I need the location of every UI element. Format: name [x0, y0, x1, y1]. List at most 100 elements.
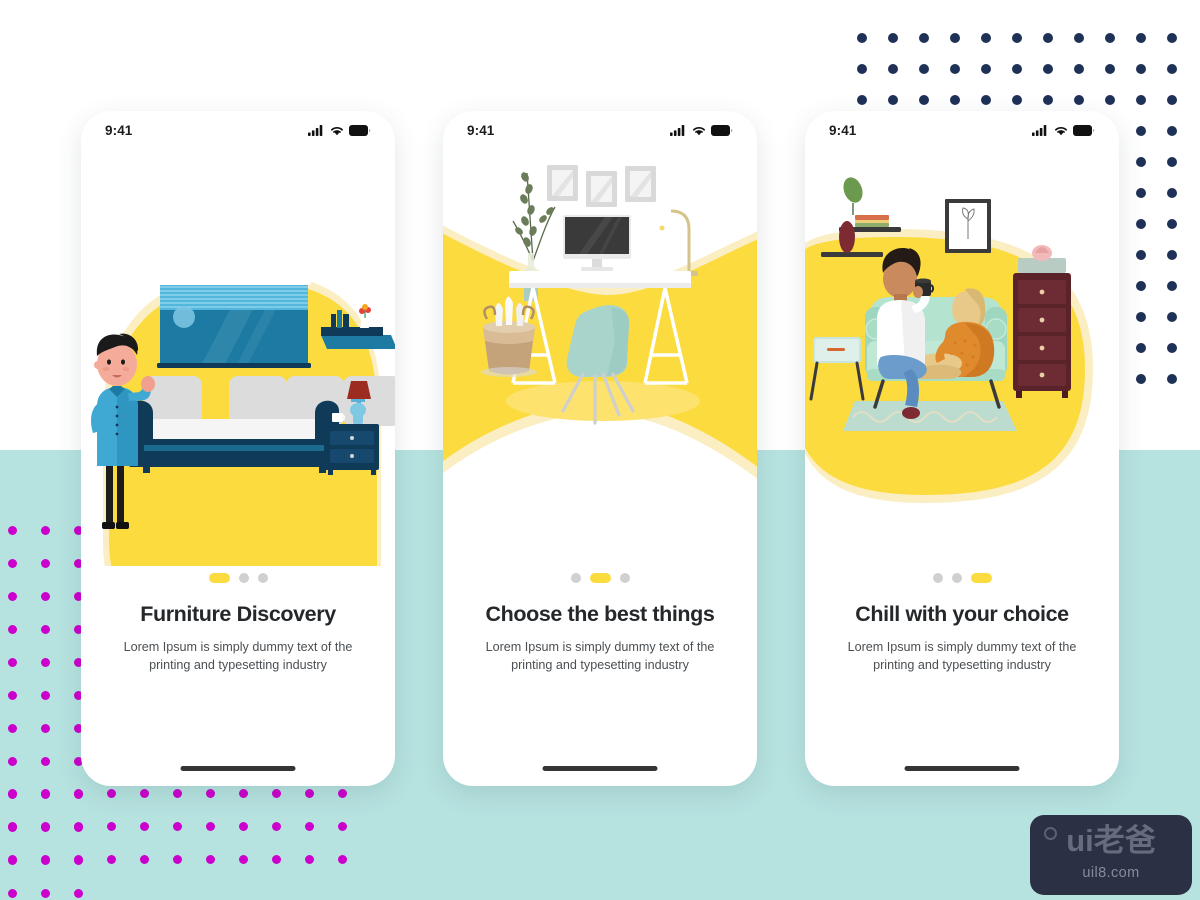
magenta-dot: [73, 888, 83, 898]
magenta-dot: [304, 788, 314, 798]
page-dot-2[interactable]: [238, 573, 249, 583]
navy-dot: [1043, 64, 1053, 74]
navy-dot: [1136, 219, 1146, 229]
navy-dot: [950, 33, 960, 43]
page-indicator-2[interactable]: [443, 573, 757, 583]
magenta-dot: [7, 821, 17, 831]
page-indicator-3[interactable]: [805, 573, 1119, 583]
magenta-dot: [7, 591, 17, 601]
status-bar: 9:41: [805, 111, 1119, 149]
page-dot-3[interactable]: [619, 573, 630, 583]
home-indicator[interactable]: [904, 766, 1020, 771]
signal-bars-icon: [308, 124, 323, 136]
magenta-dot: [106, 821, 116, 831]
page-dot-1[interactable]: [932, 573, 943, 583]
navy-dot: [1074, 33, 1084, 43]
magenta-dot: [40, 624, 50, 634]
navy-dot: [1136, 374, 1146, 384]
navy-dot: [857, 64, 867, 74]
screen-content-2: Choose the best things Lorem Ipsum is si…: [443, 573, 757, 674]
page-subtitle: Lorem Ipsum is simply dummy text of the …: [485, 639, 715, 672]
navy-dot: [919, 33, 929, 43]
home-indicator[interactable]: [542, 766, 658, 771]
magenta-dot: [337, 854, 347, 864]
magenta-dot: [304, 854, 314, 864]
magenta-dot: [7, 558, 17, 568]
magenta-dot: [7, 854, 17, 864]
navy-dot: [1105, 95, 1115, 105]
magenta-dot: [40, 657, 50, 667]
magenta-dot: [40, 821, 50, 831]
navy-dot: [1074, 64, 1084, 74]
navy-dot: [1167, 64, 1177, 74]
magenta-dot: [40, 756, 50, 766]
status-time: 9:41: [105, 122, 133, 138]
magenta-dot: [205, 854, 215, 864]
navy-dot: [857, 95, 867, 105]
navy-dot: [1012, 33, 1022, 43]
status-time: 9:41: [467, 122, 495, 138]
page-dot-1[interactable]: [208, 573, 230, 583]
wifi-icon: [693, 126, 705, 135]
navy-dot: [1136, 157, 1146, 167]
page-dot-1[interactable]: [570, 573, 581, 583]
magenta-dot: [139, 788, 149, 798]
navy-dot: [919, 64, 929, 74]
magenta-dot: [238, 854, 248, 864]
illustration-living-room-man-sofa: [81, 111, 395, 566]
wifi-icon: [1055, 126, 1067, 135]
navy-dot: [950, 95, 960, 105]
navy-dot: [1167, 281, 1177, 291]
page-title: Furniture Discovery: [140, 602, 336, 626]
magenta-dot: [7, 756, 17, 766]
magenta-dot: [73, 854, 83, 864]
magenta-dot: [40, 888, 50, 898]
page-dot-2[interactable]: [589, 573, 611, 583]
magenta-dot: [337, 788, 347, 798]
page-dot-2[interactable]: [951, 573, 962, 583]
magenta-dot: [7, 888, 17, 898]
navy-dot: [1167, 157, 1177, 167]
navy-dot: [1167, 250, 1177, 260]
wifi-icon: [331, 126, 343, 135]
navy-dot: [1136, 64, 1146, 74]
navy-dot: [1167, 374, 1177, 384]
page-dot-3[interactable]: [970, 573, 992, 583]
navy-dot: [1043, 33, 1053, 43]
magenta-dot: [139, 821, 149, 831]
page-dot-3[interactable]: [257, 573, 268, 583]
screen-content-3: Chill with your choice Lorem Ipsum is si…: [805, 573, 1119, 674]
magenta-dot: [205, 821, 215, 831]
signal-bars-icon: [670, 124, 685, 136]
navy-dot: [1136, 312, 1146, 322]
magenta-dot: [238, 821, 248, 831]
magenta-dot: [40, 525, 50, 535]
home-indicator[interactable]: [180, 766, 296, 771]
watermark-logo: ui老爸: [1066, 823, 1156, 858]
navy-dot: [1136, 95, 1146, 105]
magenta-dot: [40, 558, 50, 568]
illustration-couple-on-couch: [805, 111, 1119, 566]
magenta-dot: [172, 788, 182, 798]
magenta-dot: [205, 788, 215, 798]
phone-mockup-3: 9:41 Chill with your choice Lorem Ipsum …: [805, 111, 1119, 786]
navy-dot: [888, 95, 898, 105]
magenta-dot: [7, 788, 17, 798]
watermark-badge: ui老爸 uil8.com: [1030, 815, 1192, 895]
magenta-dot: [106, 854, 116, 864]
magenta-dot: [40, 854, 50, 864]
magenta-dot: [7, 657, 17, 667]
navy-dot: [888, 64, 898, 74]
magenta-dot: [106, 788, 116, 798]
battery-icon: [349, 124, 371, 136]
navy-dot: [888, 33, 898, 43]
magenta-dot: [40, 723, 50, 733]
status-icons: [670, 124, 733, 136]
navy-dot: [1136, 126, 1146, 136]
page-title: Chill with your choice: [855, 602, 1069, 626]
navy-dot: [1136, 343, 1146, 353]
status-icons: [1032, 124, 1095, 136]
page-indicator-1[interactable]: [81, 573, 395, 583]
navy-dot: [919, 95, 929, 105]
screen-content-1: Furniture Discovery Lorem Ipsum is simpl…: [81, 573, 395, 674]
